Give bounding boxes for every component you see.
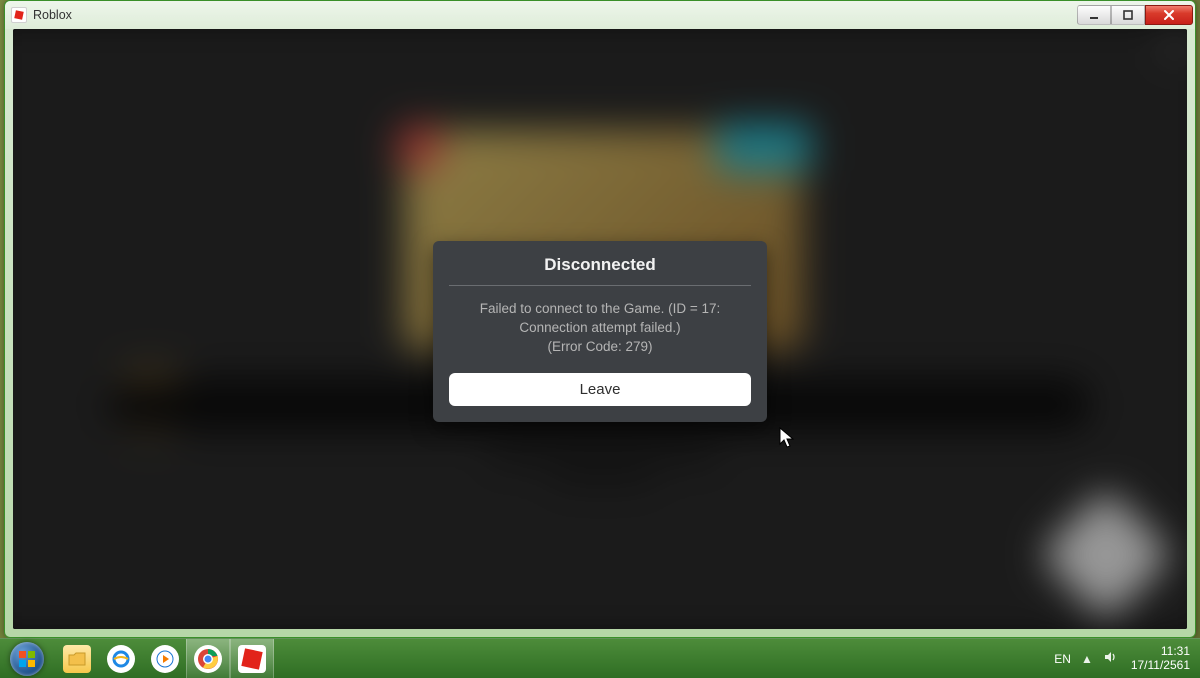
clock-date: 17/11/2561 <box>1131 659 1190 673</box>
chrome-icon <box>194 645 222 673</box>
taskbar-item-roblox[interactable] <box>230 639 274 678</box>
window-title: Roblox <box>33 8 72 22</box>
taskbar-clock[interactable]: 11:31 17/11/2561 <box>1127 645 1194 673</box>
client-area: Disconnected Failed to connect to the Ga… <box>13 29 1187 629</box>
dialog-message-line1: Failed to connect to the Game. (ID = 17:… <box>480 301 721 335</box>
taskbar-item-wmp[interactable] <box>142 639 186 678</box>
disconnect-dialog: Disconnected Failed to connect to the Ga… <box>433 241 767 422</box>
media-player-icon <box>151 645 179 673</box>
language-indicator[interactable]: EN <box>1054 652 1071 666</box>
window-controls <box>1077 5 1193 25</box>
close-button[interactable] <box>1145 5 1193 25</box>
system-tray: EN ▲ 11:31 17/11/2561 <box>1044 639 1200 678</box>
roblox-icon <box>238 645 266 673</box>
clock-time: 11:31 <box>1131 645 1190 659</box>
dialog-title: Disconnected <box>449 255 751 286</box>
desktop: Roblox <box>0 0 1200 678</box>
titlebar[interactable]: Roblox <box>5 1 1195 29</box>
windows-logo-icon <box>10 642 44 676</box>
start-button[interactable] <box>0 639 54 678</box>
taskbar-item-explorer[interactable] <box>54 639 98 678</box>
minimize-button[interactable] <box>1077 5 1111 25</box>
taskbar: EN ▲ 11:31 17/11/2561 <box>0 638 1200 678</box>
volume-icon[interactable] <box>1103 650 1117 667</box>
taskbar-item-chrome[interactable] <box>186 639 230 678</box>
dialog-message: Failed to connect to the Game. (ID = 17:… <box>449 286 751 373</box>
maximize-icon <box>1122 9 1134 21</box>
close-icon <box>1162 8 1176 22</box>
roblox-icon <box>11 7 27 23</box>
leave-button[interactable]: Leave <box>449 373 751 406</box>
app-window: Roblox <box>4 0 1196 638</box>
minimize-icon <box>1088 9 1100 21</box>
taskbar-items <box>54 639 274 678</box>
tray-overflow-icon[interactable]: ▲ <box>1081 652 1093 666</box>
taskbar-item-ie[interactable] <box>98 639 142 678</box>
maximize-button[interactable] <box>1111 5 1145 25</box>
dialog-message-line2: (Error Code: 279) <box>547 339 652 354</box>
internet-explorer-icon <box>107 645 135 673</box>
file-explorer-icon <box>63 645 91 673</box>
